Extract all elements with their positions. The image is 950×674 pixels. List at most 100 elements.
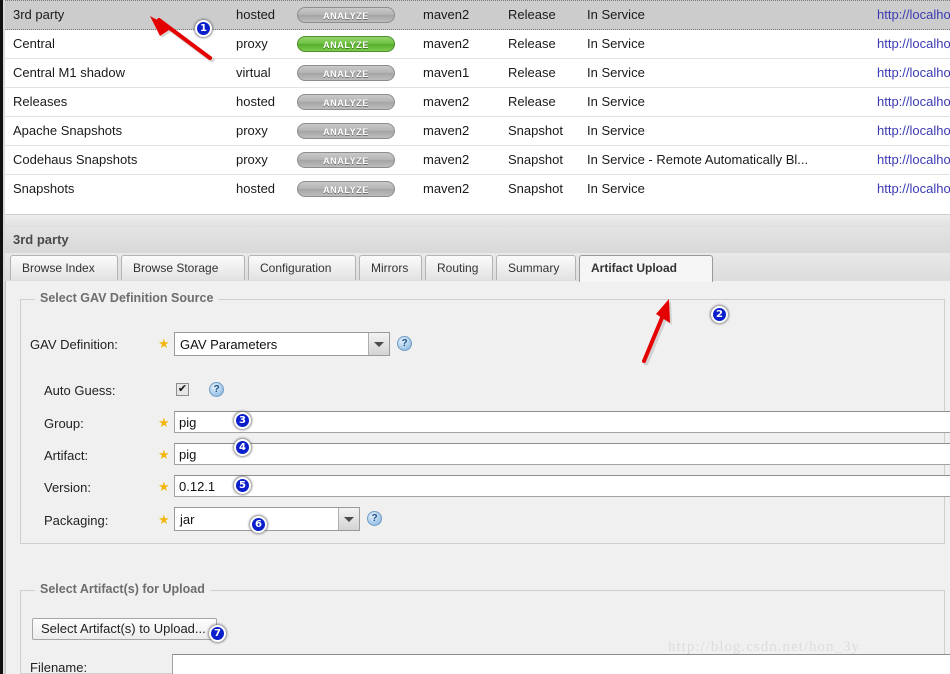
- gav-definition-help-icon[interactable]: ?: [397, 336, 412, 351]
- splitter-bar[interactable]: [5, 214, 950, 227]
- artifact-input[interactable]: pig: [174, 443, 950, 465]
- repository-policy-cell: Release: [508, 65, 556, 80]
- repository-format-cell: maven2: [423, 123, 470, 138]
- repository-type-cell: proxy: [236, 123, 268, 138]
- annotation-badge-5: 5: [234, 477, 251, 494]
- filename-input[interactable]: [172, 654, 950, 674]
- analyze-button[interactable]: ANALYZE: [297, 65, 395, 81]
- gav-definition-label: GAV Definition:: [30, 337, 118, 352]
- repository-status-cell: In Service: [587, 94, 645, 109]
- tab-mirrors[interactable]: Mirrors: [359, 255, 422, 280]
- window-left-border-inner: [3, 0, 5, 674]
- repository-url-link[interactable]: http://localhost:80: [877, 175, 950, 200]
- upload-fieldset-legend: Select Artifact(s) for Upload: [35, 582, 210, 596]
- health-check-cell: ANALYZE: [297, 175, 397, 200]
- packaging-selected-value: jar: [180, 512, 195, 527]
- repository-format-cell: maven2: [423, 7, 470, 22]
- annotation-badge-3: 3: [234, 412, 251, 429]
- table-row[interactable]: Releases hosted ANALYZE maven2 Release In Ser…: [5, 88, 950, 117]
- health-check-cell: ANALYZE: [297, 117, 397, 145]
- select-artifacts-button[interactable]: Select Artifact(s) to Upload...: [32, 618, 217, 640]
- annotation-badge-2: 2: [711, 306, 728, 323]
- repository-url-link[interactable]: http://localhost:80: [877, 117, 950, 145]
- repository-url-link[interactable]: http://localhost:80: [877, 59, 950, 87]
- repository-name-cell: Central M1 shadow: [13, 65, 125, 80]
- annotation-badge-4: 4: [234, 439, 251, 456]
- repository-status-cell: In Service: [587, 123, 645, 138]
- tab-browse-index[interactable]: Browse Index: [10, 255, 118, 280]
- chevron-down-icon[interactable]: [338, 508, 359, 530]
- table-row[interactable]: Central proxy ANALYZE maven2 Release In Servi…: [5, 30, 950, 59]
- repository-url-link[interactable]: http://localhost:80: [877, 146, 950, 174]
- repository-type-cell: hosted: [236, 7, 276, 22]
- gav-definition-selected-value: GAV Parameters: [180, 337, 278, 352]
- repository-format-cell: maven2: [423, 181, 470, 196]
- group-required-star: ★: [158, 415, 170, 430]
- repository-url-link[interactable]: http://localhost:80: [877, 1, 950, 29]
- annotation-badge-6: 6: [250, 516, 267, 533]
- repository-status-cell: In Service: [587, 7, 645, 22]
- auto-guess-help-icon[interactable]: ?: [209, 382, 224, 397]
- panel-header: 3rd party: [5, 227, 950, 254]
- table-row[interactable]: Snapshots hosted ANALYZE maven2 Snapshot In S…: [5, 175, 950, 200]
- repository-format-cell: maven2: [423, 152, 470, 167]
- chevron-down-icon[interactable]: [368, 333, 389, 355]
- version-input[interactable]: 0.12.1: [174, 475, 950, 497]
- analyze-button[interactable]: ANALYZE: [297, 181, 395, 197]
- auto-guess-checkbox[interactable]: ✔: [176, 383, 189, 396]
- health-check-cell: ANALYZE: [297, 30, 397, 58]
- artifact-required-star: ★: [158, 447, 170, 462]
- analyze-button[interactable]: ANALYZE: [297, 152, 395, 168]
- repository-name-cell: Codehaus Snapshots: [13, 152, 138, 167]
- group-label: Group:: [44, 416, 84, 431]
- repository-policy-cell: Release: [508, 7, 556, 22]
- table-row[interactable]: Central M1 shadow virtual ANALYZE maven1 Rel…: [5, 59, 950, 88]
- table-row[interactable]: Codehaus Snapshots proxy ANALYZE maven2 Snap…: [5, 146, 950, 175]
- repository-type-cell: hosted: [236, 181, 276, 196]
- repository-policy-cell: Snapshot: [508, 123, 563, 138]
- gav-definition-select[interactable]: GAV Parameters: [174, 332, 390, 356]
- repository-policy-cell: Snapshot: [508, 152, 563, 167]
- tab-artifact-upload[interactable]: Artifact Upload: [579, 255, 713, 282]
- tab-summary[interactable]: Summary: [496, 255, 576, 280]
- repository-url-link[interactable]: http://localhost:80: [877, 88, 950, 116]
- repository-url-link[interactable]: http://localhost:80: [877, 30, 950, 58]
- repository-policy-cell: Release: [508, 94, 556, 109]
- table-row[interactable]: Apache Snapshots proxy ANALYZE maven2 Snapsh…: [5, 117, 950, 146]
- auto-guess-label: Auto Guess:: [44, 383, 116, 398]
- tab-browse-storage[interactable]: Browse Storage: [121, 255, 245, 280]
- annotation-badge-1: 1: [195, 20, 212, 37]
- repository-format-cell: maven2: [423, 36, 470, 51]
- repository-name-cell: Apache Snapshots: [13, 123, 123, 138]
- repository-policy-cell: Snapshot: [508, 181, 563, 196]
- tab-configuration[interactable]: Configuration: [248, 255, 356, 280]
- version-required-star: ★: [158, 479, 170, 494]
- analyze-button[interactable]: ANALYZE: [297, 7, 395, 23]
- version-label: Version:: [44, 480, 91, 495]
- panel-splitter[interactable]: [5, 200, 950, 227]
- packaging-help-icon[interactable]: ?: [367, 511, 382, 526]
- repository-type-cell: virtual: [236, 65, 271, 80]
- artifact-label: Artifact:: [44, 448, 89, 463]
- analyze-button[interactable]: ANALYZE: [297, 36, 395, 52]
- repository-status-cell: In Service: [587, 65, 645, 80]
- repository-format-cell: maven1: [423, 65, 470, 80]
- repository-policy-cell: Release: [508, 36, 556, 51]
- analyze-button[interactable]: ANALYZE: [297, 123, 395, 139]
- repository-format-cell: maven2: [423, 94, 470, 109]
- health-check-cell: ANALYZE: [297, 59, 397, 87]
- group-input[interactable]: pig: [174, 411, 950, 433]
- packaging-required-star: ★: [158, 512, 170, 527]
- repository-name-cell: Snapshots: [13, 181, 75, 196]
- packaging-select[interactable]: jar: [174, 507, 360, 531]
- annotation-badge-7: 7: [209, 625, 226, 642]
- gav-fieldset-legend: Select GAV Definition Source: [35, 291, 219, 305]
- table-row[interactable]: 3rd party hosted ANALYZE maven2 Release In Se…: [5, 0, 950, 30]
- repository-type-cell: proxy: [236, 36, 268, 51]
- repository-status-cell: In Service: [587, 181, 645, 196]
- health-check-cell: ANALYZE: [297, 1, 397, 29]
- repository-type-cell: proxy: [236, 152, 268, 167]
- tab-routing[interactable]: Routing: [425, 255, 493, 280]
- repository-grid[interactable]: 3rd party hosted ANALYZE maven2 Release In Se…: [5, 0, 950, 200]
- analyze-button[interactable]: ANALYZE: [297, 94, 395, 110]
